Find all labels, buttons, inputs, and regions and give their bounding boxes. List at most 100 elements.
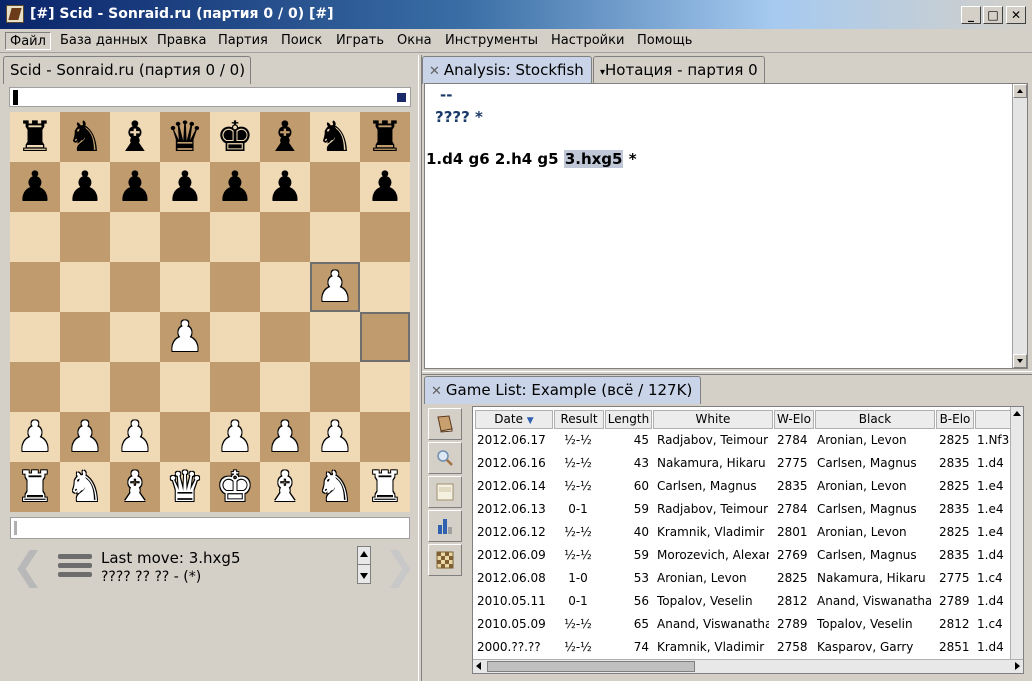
square-d4[interactable]: ♟ (160, 312, 210, 362)
white-pawn-icon[interactable]: ♟ (310, 412, 360, 462)
search-button[interactable] (428, 442, 462, 474)
square-b3[interactable] (60, 362, 110, 412)
scroll-up-icon[interactable] (1013, 84, 1027, 98)
white-pawn-icon[interactable]: ♟ (60, 412, 110, 462)
square-h7[interactable]: ♟ (360, 162, 410, 212)
table-row[interactable]: 2010.05.11 0-1 56 Topalov, Veselin 2812 Anand… (473, 590, 1023, 613)
square-f3[interactable] (260, 362, 310, 412)
square-b5[interactable] (60, 262, 110, 312)
square-c5[interactable] (110, 262, 160, 312)
maximize-button[interactable]: □ (983, 6, 1003, 24)
col-belo[interactable]: B-Elo (936, 410, 974, 429)
scid-app-icon[interactable] (6, 5, 24, 23)
square-g8[interactable]: ♞ (310, 112, 360, 162)
square-f8[interactable]: ♝ (260, 112, 310, 162)
black-pawn-icon[interactable]: ♟ (260, 162, 310, 212)
square-a1[interactable]: ♜ (10, 462, 60, 512)
square-e1[interactable]: ♚ (210, 462, 260, 512)
col-white[interactable]: White (653, 410, 773, 429)
square-f6[interactable] (260, 212, 310, 262)
black-knight-icon[interactable]: ♞ (60, 112, 110, 162)
black-pawn-icon[interactable]: ♟ (210, 162, 260, 212)
move-list[interactable]: 1.d4 g6 2.h4 g5 3.hxg5 * (426, 150, 637, 168)
square-h8[interactable]: ♜ (360, 112, 410, 162)
square-h6[interactable] (360, 212, 410, 262)
square-d1[interactable]: ♛ (160, 462, 210, 512)
analysis-scrollbar[interactable] (1012, 84, 1027, 368)
analysis-panel[interactable]: -- ???? * 1.d4 g6 2.h4 g5 3.hxg5 * (424, 83, 1028, 369)
menu-windows[interactable]: Окна (393, 32, 436, 50)
square-f1[interactable]: ♝ (260, 462, 310, 512)
square-a3[interactable] (10, 362, 60, 412)
black-pawn-icon[interactable]: ♟ (110, 162, 160, 212)
square-h5[interactable] (360, 262, 410, 312)
square-g6[interactable] (310, 212, 360, 262)
square-f7[interactable]: ♟ (260, 162, 310, 212)
black-king-icon[interactable]: ♚ (210, 112, 260, 162)
horizontal-splitter[interactable] (422, 371, 1032, 375)
square-a6[interactable] (10, 212, 60, 262)
square-e7[interactable]: ♟ (210, 162, 260, 212)
white-pawn-icon[interactable]: ♟ (160, 312, 210, 362)
col-welo[interactable]: W-Elo (774, 410, 814, 429)
col-length[interactable]: Length (605, 410, 652, 429)
hscroll-thumb[interactable] (487, 661, 695, 672)
white-pawn-icon[interactable]: ♟ (210, 412, 260, 462)
white-bishop-icon[interactable]: ♝ (260, 462, 310, 512)
square-e8[interactable]: ♚ (210, 112, 260, 162)
menu-search[interactable]: Поиск (277, 32, 326, 50)
square-g3[interactable] (310, 362, 360, 412)
white-king-icon[interactable]: ♚ (210, 462, 260, 512)
square-h4[interactable] (360, 312, 410, 362)
square-d2[interactable] (160, 412, 210, 462)
stepper-down-icon[interactable] (360, 573, 368, 579)
white-pawn-icon[interactable]: ♟ (110, 412, 160, 462)
table-row[interactable]: 2012.06.14 ½-½ 60 Carlsen, Magnus 2835 Aronia… (473, 475, 1023, 498)
open-database-button[interactable] (428, 408, 462, 440)
tab-notation[interactable]: ▾Нотация - партия 0 (593, 56, 765, 84)
white-pawn-icon[interactable]: ♟ (310, 262, 360, 312)
black-bishop-icon[interactable]: ♝ (110, 112, 160, 162)
black-knight-icon[interactable]: ♞ (310, 112, 360, 162)
square-h3[interactable] (360, 362, 410, 412)
white-pawn-icon[interactable]: ♟ (10, 412, 60, 462)
stepper-up-icon[interactable] (360, 551, 368, 557)
square-e4[interactable] (210, 312, 260, 362)
square-c1[interactable]: ♝ (110, 462, 160, 512)
scroll-down-icon[interactable] (1013, 354, 1027, 368)
square-g4[interactable] (310, 312, 360, 362)
square-b8[interactable]: ♞ (60, 112, 110, 162)
square-b1[interactable]: ♞ (60, 462, 110, 512)
layout-button[interactable] (428, 476, 462, 508)
white-knight-icon[interactable]: ♞ (310, 462, 360, 512)
square-a4[interactable] (10, 312, 60, 362)
col-black[interactable]: Black (815, 410, 935, 429)
square-e5[interactable] (210, 262, 260, 312)
menu-edit[interactable]: Правка (153, 32, 210, 50)
black-bishop-icon[interactable]: ♝ (260, 112, 310, 162)
previous-move-button[interactable]: ❮ (12, 547, 44, 585)
minimize-button[interactable]: _ (961, 6, 981, 24)
next-move-button[interactable]: ❯ (384, 547, 416, 585)
black-pawn-icon[interactable]: ♟ (10, 162, 60, 212)
table-row[interactable]: 2012.06.16 ½-½ 43 Nakamura, Hikaru 2775 Carls… (473, 452, 1023, 475)
tab-game-list[interactable]: ✕ Game List: Example (всё / 127K) (424, 376, 701, 404)
table-row[interactable]: 2012.06.17 ½-½ 45 Radjabov, Teimour 2784 Aron… (473, 429, 1023, 452)
table-row[interactable]: 2000.??.?? ½-½ 74 Kramnik, Vladimir 2758 Kasp… (473, 636, 1023, 659)
menu-help[interactable]: Помощь (633, 32, 696, 50)
square-d5[interactable] (160, 262, 210, 312)
square-d3[interactable] (160, 362, 210, 412)
col-date[interactable]: Date ▼ (475, 410, 553, 429)
square-a5[interactable] (10, 262, 60, 312)
table-row[interactable]: 2012.06.08 1-0 53 Aronian, Levon 2825 Nakamur… (473, 567, 1023, 590)
black-rook-icon[interactable]: ♜ (360, 112, 410, 162)
scroll-right-icon[interactable] (1015, 662, 1020, 670)
square-c7[interactable]: ♟ (110, 162, 160, 212)
menu-play[interactable]: Играть (332, 32, 388, 50)
square-c8[interactable]: ♝ (110, 112, 160, 162)
square-d8[interactable]: ♛ (160, 112, 210, 162)
square-e6[interactable] (210, 212, 260, 262)
square-b4[interactable] (60, 312, 110, 362)
info-scroll-stepper[interactable] (357, 546, 371, 584)
square-h1[interactable]: ♜ (360, 462, 410, 512)
